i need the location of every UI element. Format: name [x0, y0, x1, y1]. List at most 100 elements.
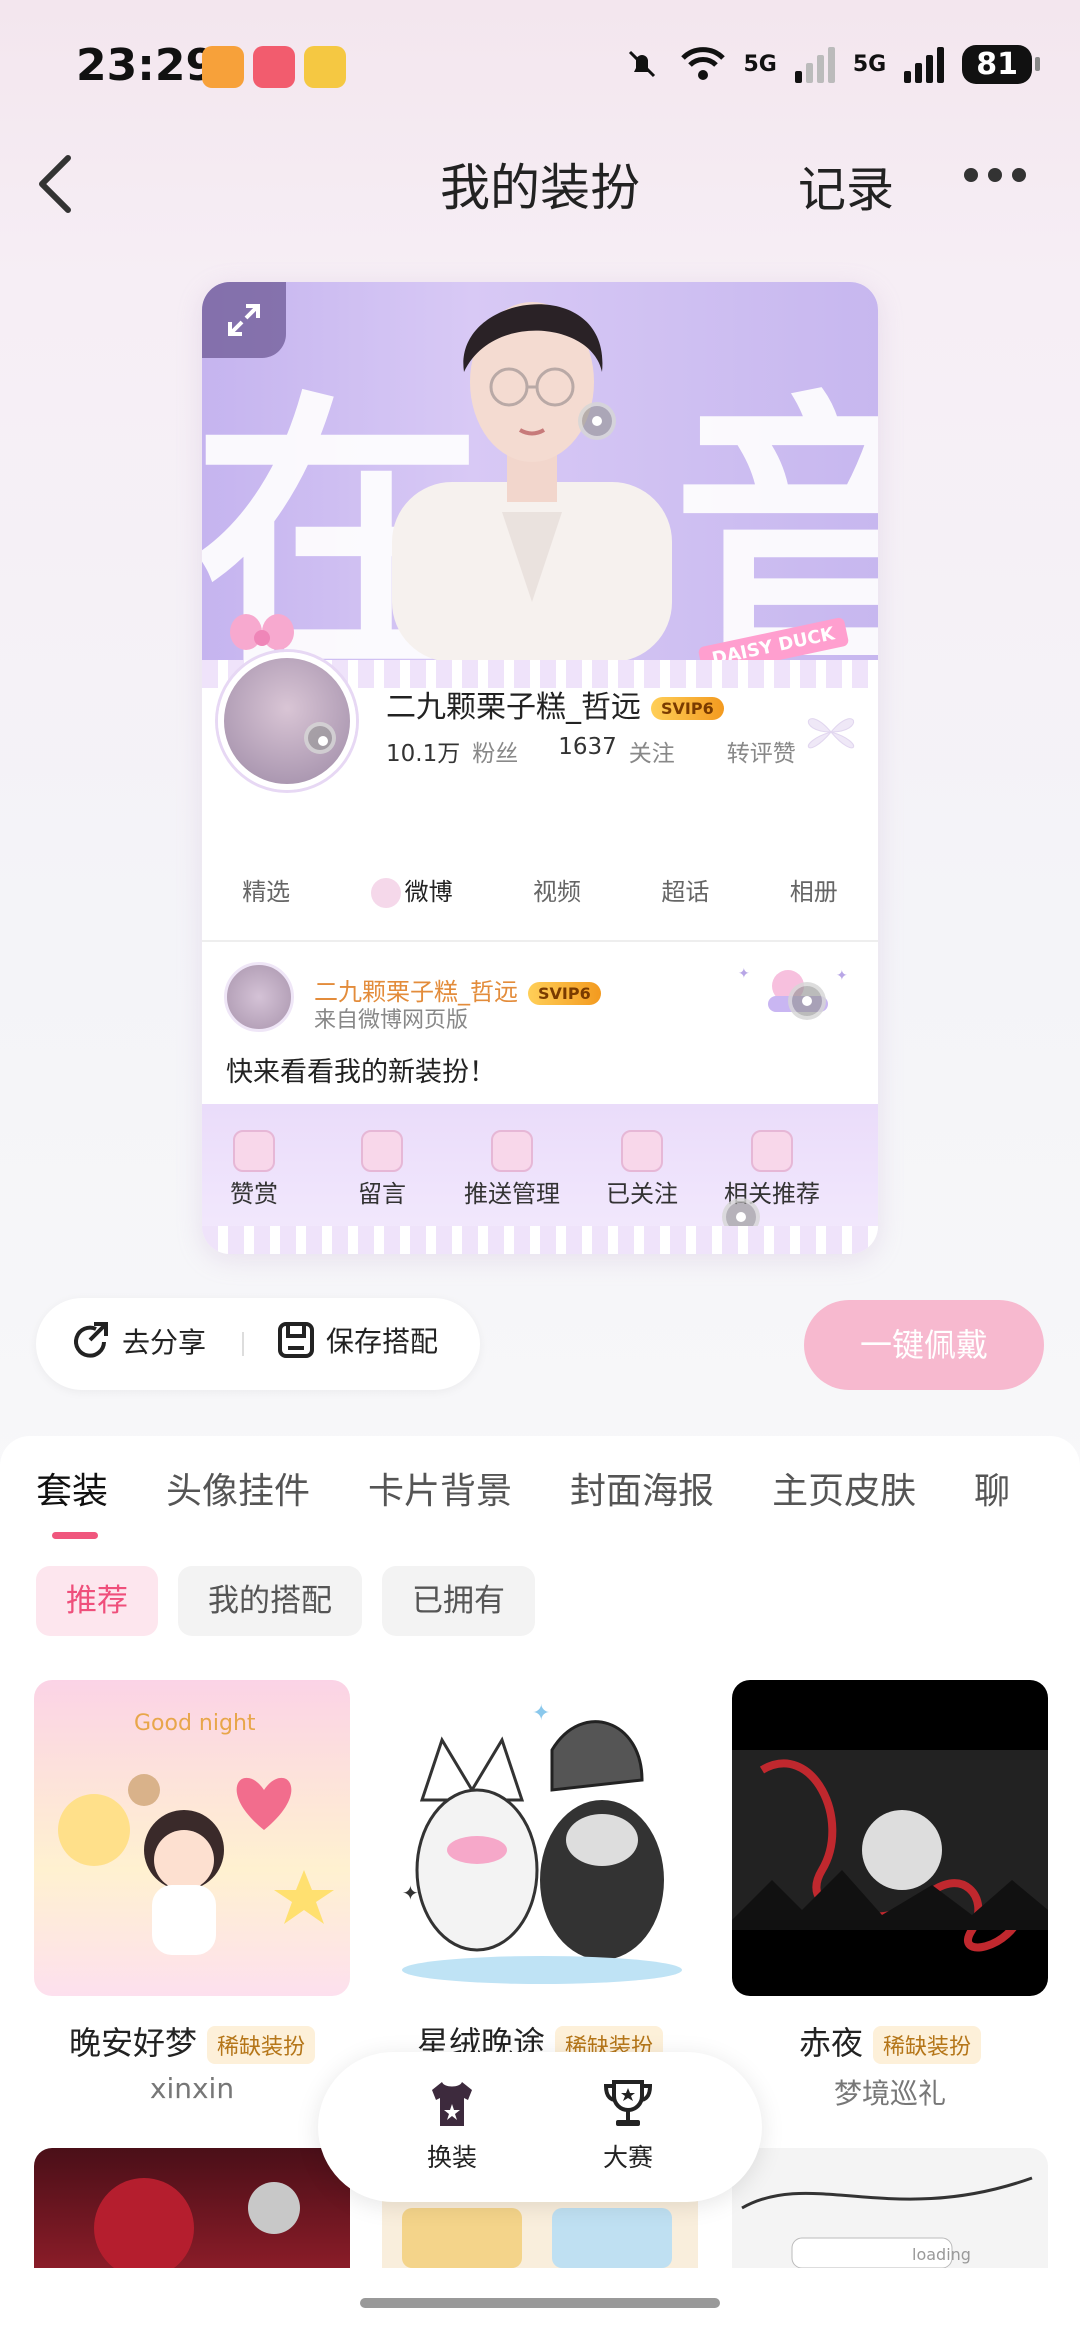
divider	[242, 1332, 244, 1356]
battery-indicator: 81	[962, 44, 1040, 84]
tab-weibo[interactable]: 微博	[370, 872, 453, 908]
reward-icon	[233, 1130, 275, 1172]
followed-button[interactable]: 已关注	[582, 1130, 702, 1209]
outfit-card[interactable]: Good night 晚安好梦 稀缺装扮 xinxin	[34, 1680, 350, 2105]
home-indicator[interactable]	[360, 2298, 720, 2308]
outfit-card[interactable]: 赤夜 稀缺装扮 梦境巡礼	[732, 1680, 1048, 2112]
svg-text:✦: ✦	[738, 966, 750, 982]
tab-featured[interactable]: 精选	[242, 872, 290, 908]
push-manage-button[interactable]: 推送管理	[452, 1130, 572, 1209]
reward-button[interactable]: 赞赏	[202, 1130, 314, 1209]
post-text: 快来看看我的新装扮！	[226, 1057, 496, 1088]
tab-card-background[interactable]: 卡片背景	[368, 1462, 512, 1514]
outfit-author: xinxin	[149, 2072, 235, 2105]
clock: 23:29	[76, 40, 217, 91]
outfit-card-partial[interactable]: loading	[732, 2148, 1048, 2268]
svg-text:✦: ✦	[836, 968, 848, 984]
related-recommend-button[interactable]: 相关推荐	[712, 1130, 832, 1209]
followed-label: 已关注	[606, 1180, 678, 1208]
dress-up-preview-card: 在 音 DAISY DUCK 二九颗栗子糕_哲远 SVIP6 10.1万 粉丝 1…	[202, 282, 878, 1254]
cover-poster[interactable]: 在 音 DAISY DUCK	[202, 282, 878, 662]
tab-cover-poster[interactable]: 封面海报	[570, 1462, 714, 1514]
share-button[interactable]: 去分享	[70, 1320, 206, 1362]
network-type-2: 5G	[852, 51, 887, 77]
divider	[202, 940, 878, 942]
nav-contest-label: 大赛	[602, 2143, 653, 2172]
comment-button[interactable]: 留言	[322, 1130, 442, 1209]
page-title: 我的装扮	[440, 159, 640, 217]
fans-label: 粉丝	[472, 741, 519, 767]
more-options-icon[interactable]	[964, 168, 1026, 182]
share-label: 去分享	[122, 1326, 207, 1359]
username-text: 二九颗栗子糕_哲远	[386, 690, 641, 725]
comment-icon	[361, 1130, 403, 1172]
profile-stats: 10.1万 粉丝 1637 关注 转评赞	[386, 734, 796, 768]
tab-weibo-label: 微博	[404, 878, 453, 906]
signal-icon-2	[904, 45, 945, 83]
nav-dress-up-label: 换装	[426, 2143, 477, 2172]
expand-icon[interactable]	[202, 282, 286, 358]
outfit-thumbnail	[94, 2178, 300, 2268]
rare-badge: 稀缺装扮	[207, 2026, 316, 2064]
tab-super-topic[interactable]: 超话	[661, 872, 709, 908]
outfit-name: 晚安好梦	[68, 2024, 197, 2062]
mute-bell-icon	[622, 44, 662, 84]
profile-tabs: 精选 微博 视频 超话 相册	[202, 872, 878, 908]
username: 二九颗栗子糕_哲远 SVIP6	[386, 682, 724, 726]
outfit-thumbnail: loading	[741, 2176, 1033, 2268]
outfit-card-partial[interactable]	[34, 2148, 350, 2268]
save-outfit-button[interactable]: 保存搭配	[276, 1320, 438, 1360]
chip-owned[interactable]: 已拥有	[382, 1566, 535, 1636]
active-tab-indicator	[52, 1532, 98, 1539]
svip-badge: SVIP6	[651, 697, 724, 720]
tab-video[interactable]: 视频	[533, 872, 581, 908]
post-hotspot-marker[interactable]	[788, 982, 826, 1020]
cat-artwork: ✦ ✦	[402, 1701, 682, 1984]
tab-suit[interactable]: 套装	[36, 1462, 108, 1514]
svg-text:✦: ✦	[402, 1881, 419, 1905]
likes-label: 转评赞	[726, 741, 796, 767]
bottom-lace-border	[202, 1226, 878, 1254]
save-outfit-label: 保存搭配	[326, 1325, 439, 1358]
weibo-notification-icon	[304, 46, 346, 88]
avatar[interactable]	[218, 652, 356, 790]
follow-label: 关注	[628, 741, 675, 767]
shirt-icon	[432, 2082, 472, 2126]
post-svip-badge: SVIP6	[528, 981, 601, 1005]
chip-my-outfits[interactable]: 我的搭配	[178, 1566, 362, 1636]
daisy-tab-icon	[370, 878, 401, 908]
nav-dress-up[interactable]: 换装	[402, 2076, 502, 2174]
svg-text:✦: ✦	[532, 1701, 550, 1726]
tab-homepage-skin[interactable]: 主页皮肤	[772, 1462, 916, 1514]
red-night-artwork	[732, 1750, 1048, 1952]
one-click-wear-button[interactable]: 一键佩戴	[804, 1300, 1044, 1390]
tab-chat[interactable]: 聊	[974, 1462, 1010, 1514]
comment-label: 留言	[358, 1180, 406, 1208]
outfit-name: 赤夜	[798, 2024, 863, 2062]
chip-recommended[interactable]: 推荐	[36, 1566, 158, 1636]
hotspot-marker[interactable]	[578, 402, 616, 440]
fans-count: 10.1万	[386, 741, 461, 767]
tab-avatar-pendant[interactable]: 头像挂件	[166, 1462, 310, 1514]
follow-count: 1637	[558, 734, 617, 760]
post-avatar[interactable]	[224, 962, 294, 1032]
network-type-1: 5G	[743, 51, 777, 77]
cover-person-image	[392, 302, 672, 662]
post-source: 来自微博网页版	[314, 1008, 469, 1033]
save-icon	[278, 1322, 314, 1358]
outfit-thumbnail: ✦ ✦	[382, 1680, 698, 1996]
followed-icon	[621, 1130, 663, 1172]
goodnight-artwork: Good night	[58, 1711, 334, 1955]
avatar-hotspot-marker[interactable]	[304, 722, 336, 754]
nav-contest[interactable]: 大赛	[578, 2076, 678, 2174]
category-tabs: 套装 头像挂件 卡片背景 封面海报 主页皮肤 聊	[36, 1462, 1010, 1514]
tab-album[interactable]: 相册	[790, 872, 838, 908]
goodnight-text: Good night	[134, 1711, 256, 1736]
share-icon	[74, 1322, 108, 1358]
outfit-thumbnail	[732, 1680, 1048, 1996]
share-bar: 去分享 保存搭配	[36, 1298, 480, 1390]
wifi-icon	[680, 47, 725, 80]
records-button[interactable]: 记录	[798, 150, 894, 220]
status-bar: 23:29 5G 5G 81	[0, 0, 1080, 140]
outfit-card[interactable]: ✦ ✦ 星绒晚途 稀缺装扮	[382, 1680, 698, 2072]
